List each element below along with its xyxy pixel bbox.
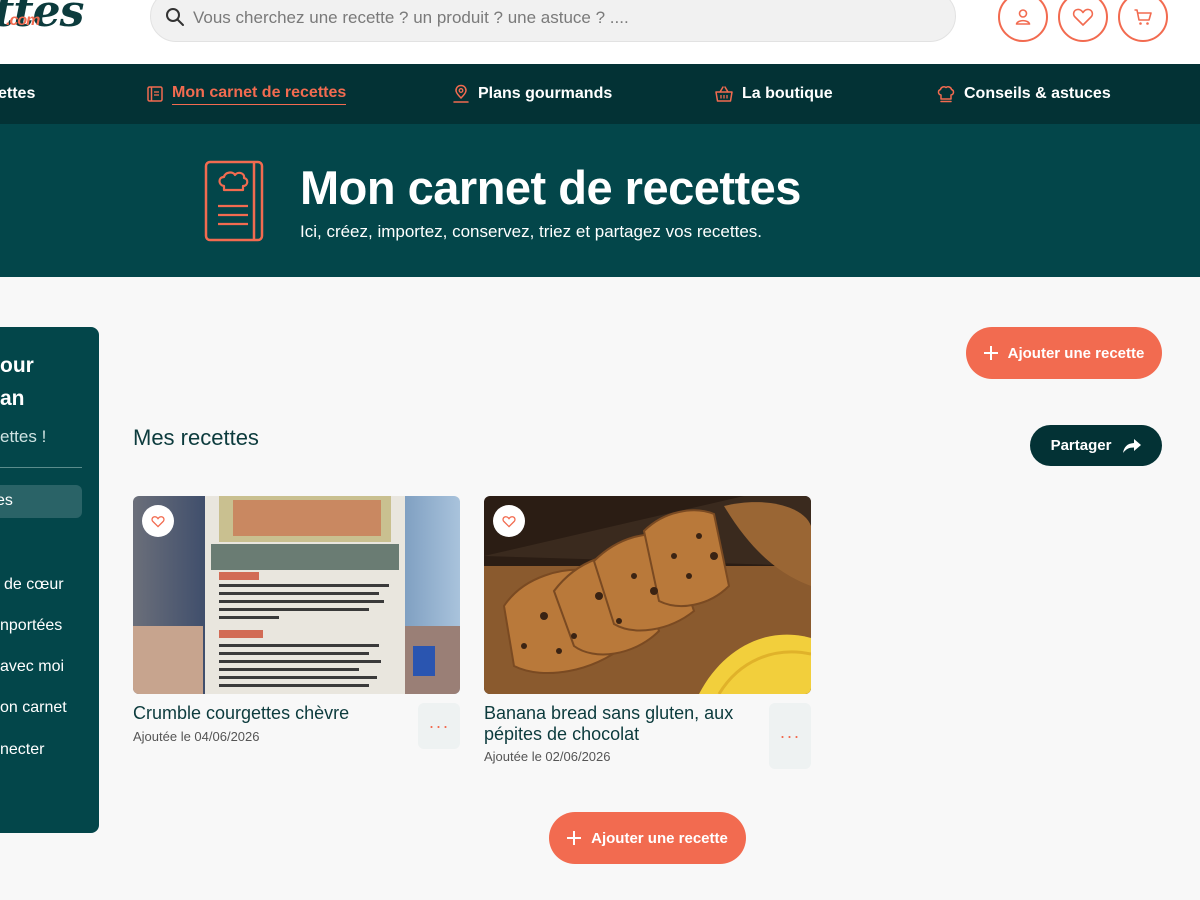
sidebar-subtitle: ettes ! bbox=[0, 427, 47, 446]
favorite-button[interactable] bbox=[142, 505, 174, 537]
nav-item-carnet[interactable]: Mon carnet de recettes bbox=[146, 64, 347, 124]
more-icon: ··· bbox=[428, 715, 450, 736]
plus-icon bbox=[567, 831, 582, 845]
sidebar-item-favoris[interactable]: de cœur bbox=[4, 576, 64, 594]
banana-bread-photo bbox=[484, 496, 811, 694]
sidebar-title-line: our bbox=[0, 354, 34, 377]
sidebar-item-deconnecter[interactable]: necter bbox=[0, 741, 44, 759]
search-bar[interactable] bbox=[150, 0, 956, 42]
recipe-label-photo bbox=[133, 496, 460, 694]
section-title: Mes recettes bbox=[133, 425, 259, 450]
nav-label: La boutique bbox=[742, 85, 833, 102]
main-nav: ettes Mon carnet de recettes Plans gourm… bbox=[0, 64, 1200, 124]
heart-icon bbox=[502, 515, 516, 527]
map-pin-icon bbox=[453, 84, 469, 103]
add-recipe-label: Ajouter une recette bbox=[1007, 344, 1145, 362]
sidebar-title-line: an bbox=[0, 387, 25, 410]
add-recipe-label: Ajouter une recette bbox=[591, 829, 728, 847]
sidebar-item-carnet[interactable]: on carnet bbox=[0, 699, 67, 717]
add-recipe-button[interactable]: Ajouter une recette bbox=[966, 327, 1162, 379]
search-input[interactable] bbox=[193, 5, 913, 31]
nav-label: Plans gourmands bbox=[478, 85, 613, 102]
page-subtitle: Ici, créez, importez, conservez, triez e… bbox=[300, 222, 763, 241]
nav-label: Conseils & astuces bbox=[964, 85, 1111, 102]
nav-item-recettes[interactable]: ettes bbox=[0, 64, 35, 124]
site-logo[interactable]: ttes .com bbox=[0, 0, 84, 37]
page-title: Mon carnet de recettes bbox=[300, 161, 801, 214]
share-label: Partager bbox=[1050, 437, 1112, 454]
add-recipe-button-bottom[interactable]: Ajouter une recette bbox=[549, 812, 746, 864]
sidebar-item-label: avec moi bbox=[0, 658, 65, 675]
sidebar-item-label: necter bbox=[0, 741, 45, 758]
chef-hat-icon bbox=[937, 86, 955, 103]
plus-icon bbox=[983, 346, 998, 360]
hero-banner: Mon carnet de recettes Ici, créez, impor… bbox=[0, 124, 1200, 277]
sidebar-item-label: nportées bbox=[0, 617, 63, 634]
more-options-button[interactable]: ··· bbox=[769, 703, 811, 769]
cart-icon bbox=[1134, 9, 1152, 25]
recipe-image[interactable] bbox=[133, 496, 460, 694]
sidebar-item-label: es bbox=[0, 492, 13, 509]
sidebar-item-label: on carnet bbox=[0, 699, 67, 716]
more-icon: ··· bbox=[779, 725, 801, 746]
cart-button[interactable] bbox=[1118, 0, 1168, 42]
sidebar-panel: our an ettes ! es de cœur nportées avec … bbox=[0, 327, 99, 833]
favorite-button[interactable] bbox=[493, 505, 525, 537]
nav-item-boutique[interactable]: La boutique bbox=[714, 64, 833, 124]
account-button[interactable] bbox=[998, 0, 1048, 42]
notebook-icon bbox=[147, 86, 163, 102]
recipe-image[interactable] bbox=[484, 496, 811, 694]
sidebar-item-active[interactable]: es bbox=[0, 485, 82, 518]
sidebar-divider bbox=[0, 467, 82, 468]
heart-icon bbox=[1072, 8, 1094, 26]
search-icon bbox=[166, 8, 184, 26]
sidebar-item-importees[interactable]: nportées bbox=[0, 617, 62, 635]
nav-item-plans[interactable]: Plans gourmands bbox=[452, 64, 612, 124]
recipe-date: Ajoutée le 02/06/2026 bbox=[484, 749, 611, 764]
nav-item-conseils[interactable]: Conseils & astuces bbox=[936, 64, 1111, 124]
sidebar-title: our an bbox=[0, 349, 99, 415]
basket-icon bbox=[715, 86, 733, 102]
share-button[interactable]: Partager bbox=[1030, 425, 1162, 466]
top-bar: ttes .com bbox=[0, 0, 1200, 64]
nav-label: Mon carnet de recettes bbox=[172, 84, 347, 105]
more-options-button[interactable]: ··· bbox=[418, 703, 460, 749]
recipe-date: Ajoutée le 04/06/2026 bbox=[133, 729, 260, 744]
recipe-book-icon bbox=[204, 160, 264, 242]
recipe-title[interactable]: Banana bread sans gluten, aux pépites de… bbox=[484, 703, 754, 745]
user-icon bbox=[1015, 9, 1031, 25]
sidebar-item-partagees[interactable]: avec moi bbox=[0, 658, 64, 676]
sidebar-item-label: de cœur bbox=[4, 576, 64, 593]
recipe-title[interactable]: Crumble courgettes chèvre bbox=[133, 703, 403, 724]
share-arrow-icon bbox=[1123, 438, 1142, 453]
nav-label: ettes bbox=[0, 85, 36, 102]
heart-icon bbox=[151, 515, 165, 527]
favorites-button[interactable] bbox=[1058, 0, 1108, 42]
logo-suffix: .com bbox=[6, 12, 40, 29]
